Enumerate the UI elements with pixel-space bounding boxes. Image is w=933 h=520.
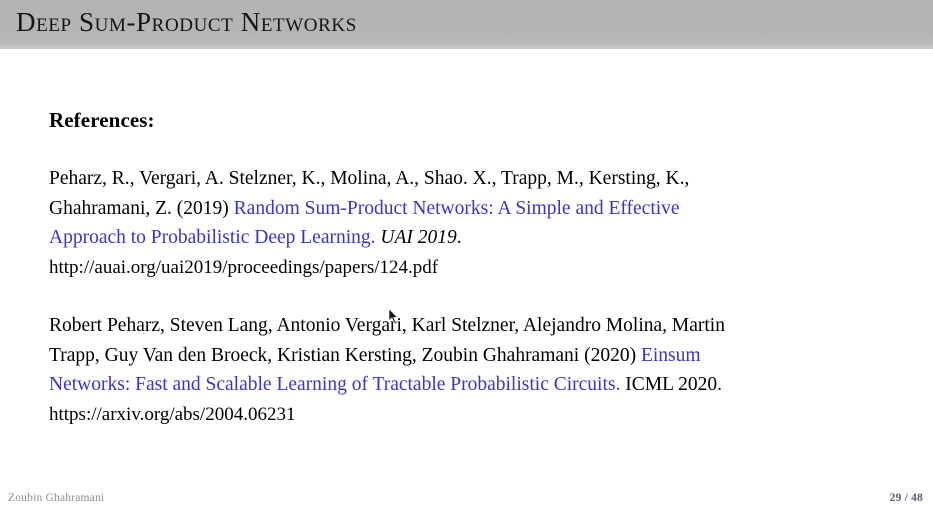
reference-link[interactable]: Random Sum-Product Networks: A Simple an… (234, 198, 680, 219)
reference-line: Peharz, R., Vergari, A. Stelzner, K., Mo… (49, 164, 894, 194)
slide-body: References: Peharz, R., Vergari, A. Stel… (49, 108, 894, 429)
reference-text: Peharz, R., Vergari, A. Stelzner, K., Mo… (49, 168, 690, 189)
reference-line: Networks: Fast and Scalable Learning of … (49, 370, 894, 400)
reference-text: . (456, 227, 462, 248)
page-title: Deep Sum-Product Networks (16, 7, 357, 37)
slide-footer: Zoubin Ghahramani 29 / 48 (0, 484, 933, 520)
reference-line: http://auai.org/uai2019/proceedings/pape… (49, 253, 894, 283)
reference-venue: UAI 2019 (380, 227, 457, 248)
references-heading: References: (49, 108, 155, 132)
reference-line: Approach to Probabilistic Deep Learning.… (49, 223, 894, 253)
reference-text: Ghahramani, Z. (2019) (49, 197, 234, 219)
slide-header: Deep Sum-Product Networks (0, 0, 933, 49)
reference-link[interactable]: Networks: Fast and Scalable Learning of … (49, 374, 620, 395)
reference-url[interactable]: https://arxiv.org/abs/2004.06231 (49, 404, 295, 425)
reference-line: Robert Peharz, Steven Lang, Antonio Verg… (49, 311, 894, 341)
footer-page-number: 29 / 48 (889, 492, 923, 504)
reference-text: Robert Peharz, Steven Lang, Antonio Verg… (49, 315, 725, 336)
reference-link[interactable]: Einsum (641, 345, 701, 366)
reference-url[interactable]: http://auai.org/uai2019/proceedings/pape… (49, 257, 438, 278)
reference-link[interactable]: Approach to Probabilistic Deep Learning. (49, 227, 376, 248)
references-list: Peharz, R., Vergari, A. Stelzner, K., Mo… (49, 164, 894, 429)
reference-line: Trapp, Guy Van den Broeck, Kristian Kers… (49, 341, 894, 371)
reference-line: Ghahramani, Z. (2019) Random Sum-Product… (49, 194, 894, 224)
reference-entry: Robert Peharz, Steven Lang, Antonio Verg… (49, 311, 894, 429)
footer-author: Zoubin Ghahramani (8, 492, 105, 504)
reference-line: https://arxiv.org/abs/2004.06231 (49, 400, 894, 430)
reference-text: ICML 2020. (620, 374, 723, 395)
reference-entry: Peharz, R., Vergari, A. Stelzner, K., Mo… (49, 164, 894, 282)
reference-text: Trapp, Guy Van den Broeck, Kristian Kers… (49, 344, 641, 366)
